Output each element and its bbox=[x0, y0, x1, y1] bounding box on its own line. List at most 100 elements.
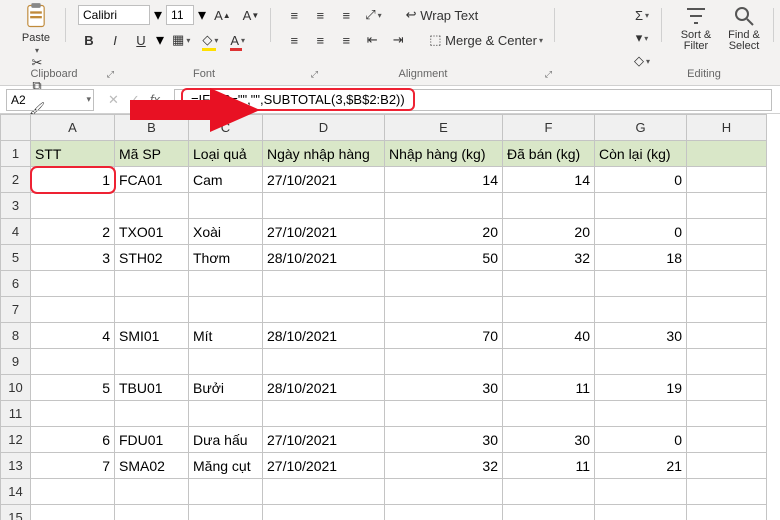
cell-B10[interactable]: TBU01 bbox=[115, 375, 189, 401]
cell-D8[interactable]: 28/10/2021 bbox=[263, 323, 385, 349]
sort-filter-button[interactable]: Sort & Filter bbox=[674, 4, 718, 52]
cell-A7[interactable] bbox=[31, 297, 115, 323]
increase-font-button[interactable]: A▲ bbox=[210, 4, 235, 26]
cell-E14[interactable] bbox=[385, 479, 503, 505]
chevron-down-icon[interactable]: ▾ bbox=[198, 5, 206, 25]
cell-C12[interactable]: Dưa hấu bbox=[189, 427, 263, 453]
cell-A13[interactable]: 7 bbox=[31, 453, 115, 479]
cell-C5[interactable]: Thơm bbox=[189, 245, 263, 271]
cell-A14[interactable] bbox=[31, 479, 115, 505]
cell-F13[interactable]: 11 bbox=[503, 453, 595, 479]
cell-C15[interactable] bbox=[189, 505, 263, 520]
cell-B1[interactable]: Mã SP bbox=[115, 141, 189, 167]
cell-C8[interactable]: Mít bbox=[189, 323, 263, 349]
cell-A12[interactable]: 6 bbox=[31, 427, 115, 453]
cell-A11[interactable] bbox=[31, 401, 115, 427]
cell-B7[interactable] bbox=[115, 297, 189, 323]
cell-H1[interactable] bbox=[687, 141, 767, 167]
cell-C2[interactable]: Cam bbox=[189, 167, 263, 193]
italic-button[interactable]: I bbox=[104, 29, 126, 51]
cell-E11[interactable] bbox=[385, 401, 503, 427]
cell-C1[interactable]: Loại quả bbox=[189, 141, 263, 167]
cell-B9[interactable] bbox=[115, 349, 189, 375]
dialog-launcher-icon[interactable]: ⤢ bbox=[545, 69, 552, 80]
col-header-A[interactable]: A bbox=[31, 115, 115, 141]
cell-A4[interactable]: 2 bbox=[31, 219, 115, 245]
row-header-15[interactable]: 15 bbox=[1, 505, 31, 520]
row-header-5[interactable]: 5 bbox=[1, 245, 31, 271]
row-header-9[interactable]: 9 bbox=[1, 349, 31, 375]
select-all-corner[interactable] bbox=[1, 115, 31, 141]
row-header-10[interactable]: 10 bbox=[1, 375, 31, 401]
cell-H11[interactable] bbox=[687, 401, 767, 427]
cell-A6[interactable] bbox=[31, 271, 115, 297]
row-header-8[interactable]: 8 bbox=[1, 323, 31, 349]
cell-H8[interactable] bbox=[687, 323, 767, 349]
paste-button[interactable]: Paste ▾ bbox=[14, 4, 58, 52]
cell-D14[interactable] bbox=[263, 479, 385, 505]
cell-G9[interactable] bbox=[595, 349, 687, 375]
cell-A8[interactable]: 4 bbox=[31, 323, 115, 349]
find-select-button[interactable]: Find & Select bbox=[722, 4, 766, 52]
col-header-F[interactable]: F bbox=[503, 115, 595, 141]
row-header-1[interactable]: 1 bbox=[1, 141, 31, 167]
cell-E7[interactable] bbox=[385, 297, 503, 323]
cell-H7[interactable] bbox=[687, 297, 767, 323]
wrap-text-button[interactable]: ↩ Wrap Text bbox=[402, 4, 483, 26]
cell-H10[interactable] bbox=[687, 375, 767, 401]
col-header-E[interactable]: E bbox=[385, 115, 503, 141]
cell-G13[interactable]: 21 bbox=[595, 453, 687, 479]
cell-E2[interactable]: 14 bbox=[385, 167, 503, 193]
align-middle-button[interactable]: ≡ bbox=[309, 4, 331, 26]
cell-G7[interactable] bbox=[595, 297, 687, 323]
cell-D6[interactable] bbox=[263, 271, 385, 297]
align-right-button[interactable]: ≡ bbox=[335, 29, 357, 51]
autosum-button[interactable]: Σ▾ bbox=[631, 4, 653, 26]
cell-F5[interactable]: 32 bbox=[503, 245, 595, 271]
cell-F12[interactable]: 30 bbox=[503, 427, 595, 453]
increase-indent-button[interactable]: ⇥ bbox=[387, 29, 409, 51]
cell-A9[interactable] bbox=[31, 349, 115, 375]
cell-F8[interactable]: 40 bbox=[503, 323, 595, 349]
row-header-14[interactable]: 14 bbox=[1, 479, 31, 505]
cell-H12[interactable] bbox=[687, 427, 767, 453]
grid[interactable]: ABCDEFGH1STTMã SPLoại quảNgày nhập hàngN… bbox=[0, 114, 767, 520]
fill-button[interactable]: ▾▾ bbox=[631, 27, 653, 49]
chevron-down-icon[interactable]: ▾ bbox=[154, 5, 162, 25]
cell-F4[interactable]: 20 bbox=[503, 219, 595, 245]
cell-C6[interactable] bbox=[189, 271, 263, 297]
cell-D13[interactable]: 27/10/2021 bbox=[263, 453, 385, 479]
cell-E12[interactable]: 30 bbox=[385, 427, 503, 453]
cell-D3[interactable] bbox=[263, 193, 385, 219]
cell-C13[interactable]: Măng cụt bbox=[189, 453, 263, 479]
cell-B5[interactable]: STH02 bbox=[115, 245, 189, 271]
cell-B4[interactable]: TXO01 bbox=[115, 219, 189, 245]
cell-E6[interactable] bbox=[385, 271, 503, 297]
cell-C14[interactable] bbox=[189, 479, 263, 505]
align-bottom-button[interactable]: ≡ bbox=[335, 4, 357, 26]
borders-button[interactable]: ▦▾ bbox=[168, 29, 194, 51]
cell-G14[interactable] bbox=[595, 479, 687, 505]
cell-H13[interactable] bbox=[687, 453, 767, 479]
col-header-H[interactable]: H bbox=[687, 115, 767, 141]
cell-C7[interactable] bbox=[189, 297, 263, 323]
fill-color-button[interactable]: ◇▾ bbox=[198, 29, 222, 51]
cell-A1[interactable]: STT bbox=[31, 141, 115, 167]
cell-B12[interactable]: FDU01 bbox=[115, 427, 189, 453]
cell-F14[interactable] bbox=[503, 479, 595, 505]
cell-H2[interactable] bbox=[687, 167, 767, 193]
enter-formula-button[interactable]: ✓ bbox=[129, 92, 140, 108]
cell-D10[interactable]: 28/10/2021 bbox=[263, 375, 385, 401]
row-header-2[interactable]: 2 bbox=[1, 167, 31, 193]
cell-F7[interactable] bbox=[503, 297, 595, 323]
cell-G10[interactable]: 19 bbox=[595, 375, 687, 401]
cell-C9[interactable] bbox=[189, 349, 263, 375]
worksheet[interactable]: ABCDEFGH1STTMã SPLoại quảNgày nhập hàngN… bbox=[0, 114, 780, 520]
cell-E10[interactable]: 30 bbox=[385, 375, 503, 401]
align-top-button[interactable]: ≡ bbox=[283, 4, 305, 26]
cell-G15[interactable] bbox=[595, 505, 687, 520]
row-header-4[interactable]: 4 bbox=[1, 219, 31, 245]
cell-B13[interactable]: SMA02 bbox=[115, 453, 189, 479]
cell-D12[interactable]: 27/10/2021 bbox=[263, 427, 385, 453]
decrease-indent-button[interactable]: ⇤ bbox=[361, 29, 383, 51]
